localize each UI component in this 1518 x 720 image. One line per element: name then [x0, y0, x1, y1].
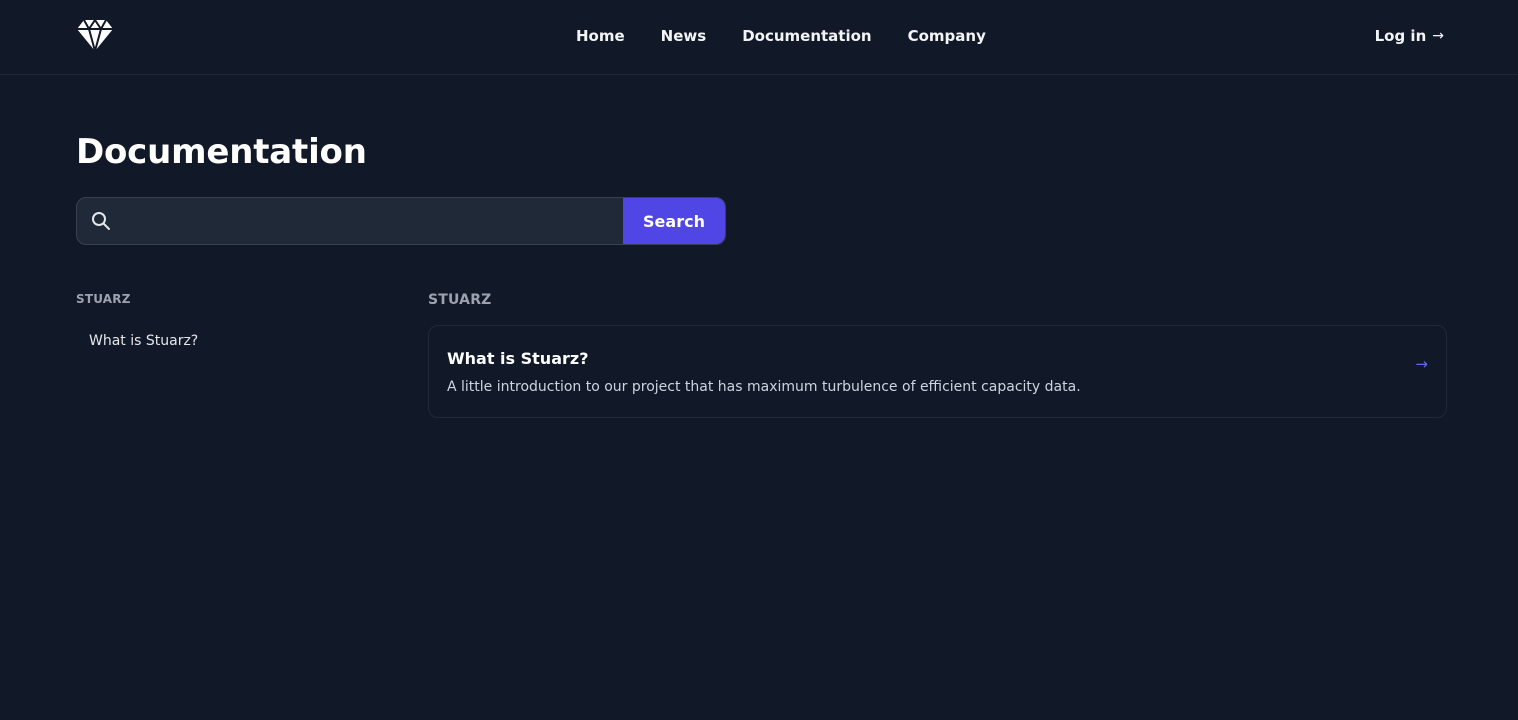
nav-documentation[interactable]: Documentation [742, 26, 871, 46]
search-bar: Search [76, 197, 726, 245]
sidebar-heading: STUARZ [76, 292, 131, 306]
nav-company[interactable]: Company [908, 26, 986, 46]
card-description: A little introduction to our project tha… [447, 379, 1081, 395]
top-navigation: Home News Documentation Company Log in → [0, 0, 1518, 75]
diamond-icon[interactable] [76, 17, 114, 53]
search-button[interactable]: Search [623, 198, 725, 244]
nav-home[interactable]: Home [576, 26, 625, 46]
search-icon [77, 198, 125, 244]
section-heading: STUARZ [428, 292, 492, 308]
login-link[interactable]: Log in → [1375, 26, 1444, 46]
main-nav: Home News Documentation Company [576, 26, 1022, 46]
search-input[interactable] [125, 198, 623, 244]
card-title: What is Stuarz? [447, 349, 589, 368]
sidebar-item-what-is-stuarz[interactable]: What is Stuarz? [89, 333, 198, 349]
login-label: Log in [1374, 27, 1427, 45]
page-title: Documentation [76, 132, 367, 172]
arrow-right-icon: → [1432, 28, 1444, 44]
arrow-right-icon: → [1415, 355, 1428, 373]
nav-news[interactable]: News [661, 26, 707, 46]
doc-card-what-is-stuarz[interactable]: What is Stuarz? A little introduction to… [428, 325, 1447, 418]
